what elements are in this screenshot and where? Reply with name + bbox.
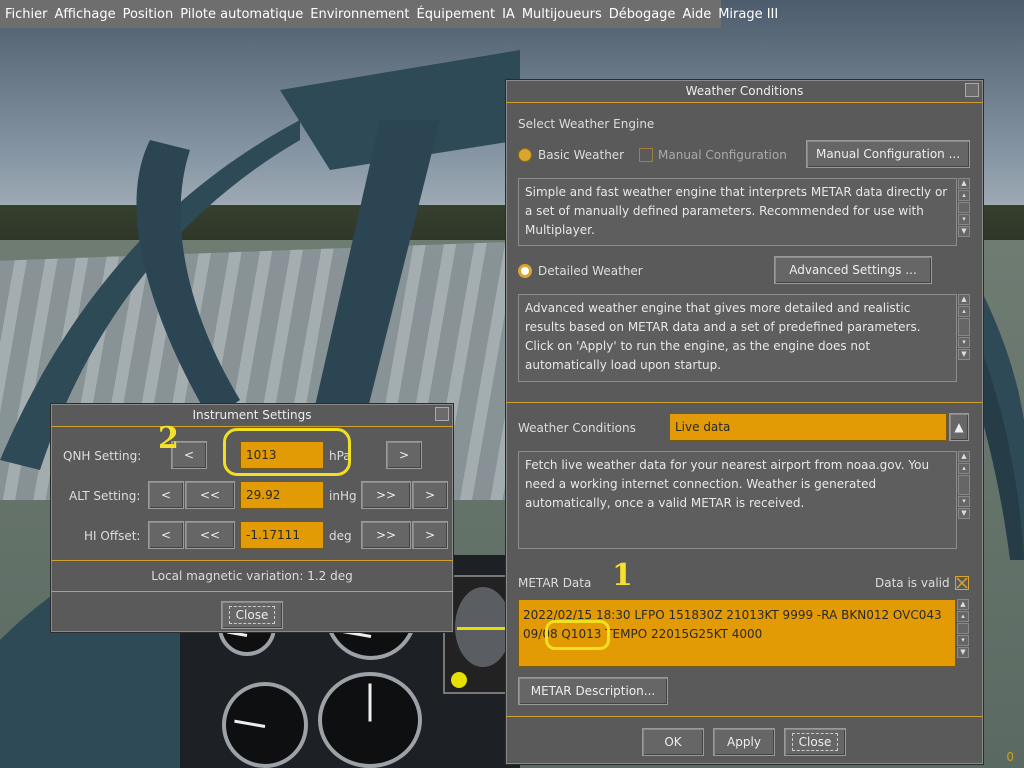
close-button[interactable]: Close	[784, 728, 846, 756]
hi-decrease-button[interactable]: <	[148, 521, 184, 549]
scroll-up-icon[interactable]: ▴	[958, 190, 970, 201]
magnetic-variation: Local magnetic variation: 1.2 deg	[151, 569, 353, 583]
hi-increase-button[interactable]: >	[412, 521, 448, 549]
advanced-settings-button[interactable]: Advanced Settings ...	[774, 256, 932, 284]
scroll-bottom-icon[interactable]: ▼	[958, 349, 970, 360]
fps-counter: 0	[1006, 750, 1014, 764]
alt-decrease-fast-button[interactable]: <<	[185, 481, 235, 509]
data-valid-label: Data is valid	[875, 576, 950, 590]
menu-environnement[interactable]: Environnement	[307, 7, 413, 22]
manual-config-button[interactable]: Manual Configuration ...	[806, 140, 970, 168]
scroll-down-icon[interactable]: ▾	[958, 337, 970, 348]
scroll-bottom-icon[interactable]: ▼	[957, 647, 969, 658]
menu-equipement[interactable]: Équipement	[414, 7, 500, 22]
separator	[506, 716, 983, 717]
close-button-label: Close	[791, 733, 839, 751]
scroll-down-icon[interactable]: ▾	[958, 214, 970, 225]
annotation-highlight-qnh	[223, 428, 351, 476]
dialog-title: Weather Conditions	[506, 80, 983, 103]
alt-increase-button[interactable]: >	[412, 481, 448, 509]
weather-dialog-title: Weather Conditions	[685, 84, 804, 98]
menu-multijoueurs[interactable]: Multijoueurs	[519, 7, 606, 22]
scroll-up-icon[interactable]: ▴	[958, 306, 970, 317]
menu-aide[interactable]: Aide	[679, 7, 715, 22]
airspeed-gauge	[222, 682, 308, 768]
alt-input[interactable]: 29.92	[240, 481, 324, 509]
alt-label: ALT Setting:	[69, 489, 141, 503]
basic-description: Simple and fast weather engine that inte…	[518, 178, 957, 246]
qnh-label: QNH Setting:	[63, 449, 142, 463]
scroll-thumb[interactable]	[958, 475, 970, 495]
menu-mirage-iii[interactable]: Mirage III	[715, 7, 782, 22]
scroll-up-icon[interactable]: ▴	[957, 611, 969, 622]
instrument-close-label: Close	[228, 606, 276, 624]
instrument-close-button[interactable]: Close	[221, 601, 283, 629]
hi-decrease-fast-button[interactable]: <<	[185, 521, 235, 549]
scroll-bottom-icon[interactable]: ▼	[958, 226, 970, 237]
detailed-weather-radio[interactable]	[518, 264, 532, 278]
conditions-description: Fetch live weather data for your nearest…	[518, 451, 957, 549]
dialog-title: Instrument Settings	[51, 404, 453, 427]
detailed-description: Advanced weather engine that gives more …	[518, 294, 957, 382]
menu-fichier[interactable]: Fichier	[2, 7, 52, 22]
scroll-top-icon[interactable]: ▲	[958, 178, 970, 189]
menubar: Fichier Affichage Position Pilote automa…	[0, 0, 778, 28]
weather-conditions-select[interactable]: Live data	[669, 413, 947, 441]
manual-config-checkbox[interactable]	[639, 148, 653, 162]
basic-weather-label: Basic Weather	[538, 148, 625, 162]
detailed-description-scrollbar[interactable]: ▲ ▴ ▾ ▼	[957, 294, 971, 382]
alt-unit: inHg	[329, 489, 357, 503]
qnh-increase-button[interactable]: >	[386, 441, 422, 469]
scroll-down-icon[interactable]: ▾	[958, 496, 970, 507]
metar-data-label: METAR Data	[518, 576, 592, 590]
scroll-thumb[interactable]	[957, 623, 969, 634]
ok-button[interactable]: OK	[642, 728, 704, 756]
menu-position[interactable]: Position	[120, 7, 178, 22]
close-icon[interactable]	[965, 83, 979, 97]
menu-debogage[interactable]: Débogage	[606, 7, 680, 22]
hi-offset-input[interactable]: -1.17111	[240, 521, 324, 549]
alt-increase-fast-button[interactable]: >>	[361, 481, 411, 509]
menu-ia[interactable]: IA	[499, 7, 519, 22]
menu-affichage[interactable]: Affichage	[52, 7, 120, 22]
data-valid-checkbox[interactable]	[955, 576, 969, 590]
separator	[51, 591, 453, 592]
detailed-weather-label: Detailed Weather	[538, 264, 643, 278]
lightning-icon	[451, 672, 467, 688]
conditions-description-scrollbar[interactable]: ▲ ▴ ▾ ▼	[957, 451, 971, 549]
annotation-number-1: 1	[612, 558, 633, 593]
scroll-top-icon[interactable]: ▲	[957, 599, 969, 610]
menu-pilote-automatique[interactable]: Pilote automatique	[177, 7, 307, 22]
dropdown-arrow-icon[interactable]: ▲	[949, 413, 969, 441]
scroll-thumb[interactable]	[958, 202, 970, 213]
separator	[506, 402, 983, 403]
scroll-thumb[interactable]	[958, 318, 970, 336]
scroll-top-icon[interactable]: ▲	[958, 451, 970, 462]
altimeter-gauge	[318, 672, 422, 768]
engine-heading: Select Weather Engine	[518, 117, 655, 131]
hi-offset-unit: deg	[329, 529, 352, 543]
scroll-bottom-icon[interactable]: ▼	[958, 508, 970, 519]
manual-config-checkbox-label: Manual Configuration	[658, 148, 787, 162]
scroll-down-icon[interactable]: ▾	[957, 635, 969, 646]
checkmark-icon	[956, 577, 968, 589]
annotation-highlight-metar-qnh	[545, 620, 610, 650]
alt-decrease-button[interactable]: <	[148, 481, 184, 509]
scroll-top-icon[interactable]: ▲	[958, 294, 970, 305]
close-icon[interactable]	[435, 407, 449, 421]
hi-increase-fast-button[interactable]: >>	[361, 521, 411, 549]
instrument-dialog-title: Instrument Settings	[192, 408, 312, 422]
separator	[51, 560, 453, 561]
annotation-number-2: 2	[158, 421, 179, 456]
basic-weather-radio[interactable]	[518, 148, 532, 162]
metar-scrollbar[interactable]: ▲ ▴ ▾ ▼	[956, 599, 970, 667]
hi-offset-label: HI Offset:	[84, 529, 141, 543]
apply-button[interactable]: Apply	[713, 728, 775, 756]
basic-description-scrollbar[interactable]: ▲ ▴ ▾ ▼	[957, 178, 971, 246]
weather-conditions-label: Weather Conditions	[518, 421, 636, 435]
metar-description-button[interactable]: METAR Description...	[518, 677, 668, 705]
weather-conditions-dialog: Weather Conditions Select Weather Engine…	[505, 79, 984, 765]
scroll-up-icon[interactable]: ▴	[958, 463, 970, 474]
